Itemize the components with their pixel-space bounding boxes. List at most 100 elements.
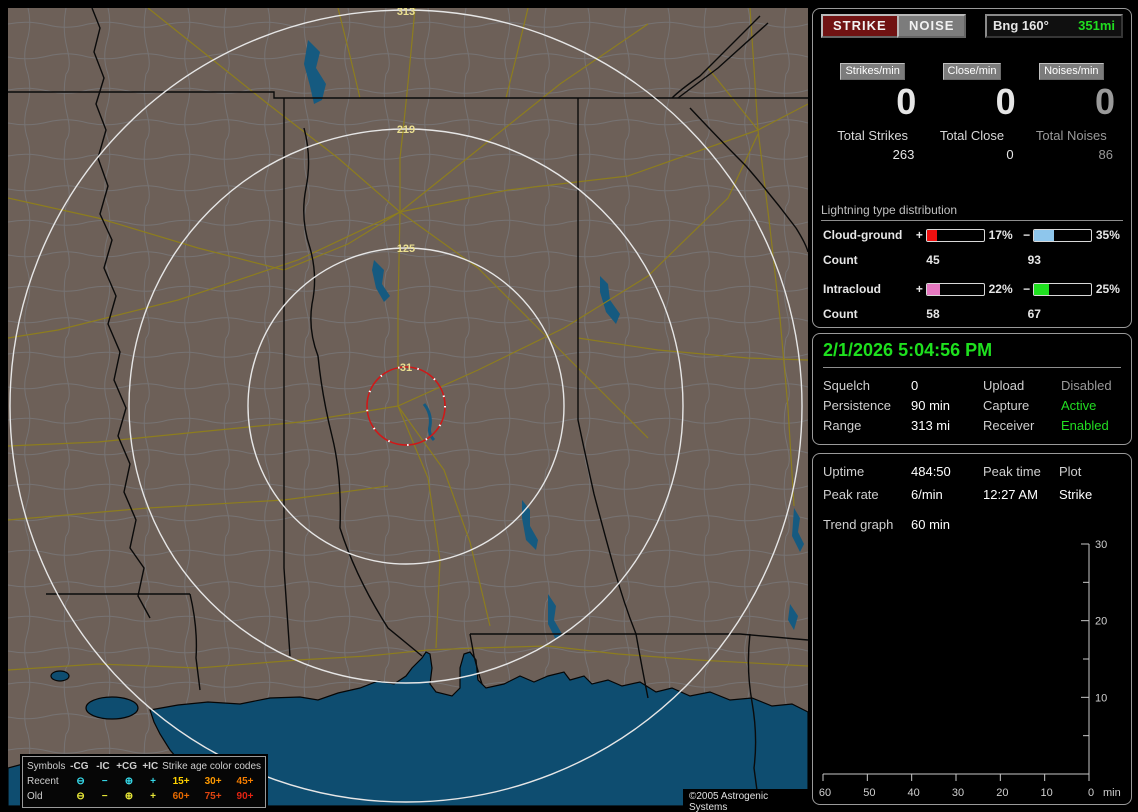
trend-graph-chart: 60 50 40 30 20 10 0 min 10 20 30 — [819, 539, 1121, 799]
total-close-label: Total Close — [939, 128, 1005, 143]
legend-pic-header: +IC — [142, 761, 159, 772]
age-code-30: 30+ — [204, 776, 222, 787]
rate-counters: Strikes/min 0 Total Strikes 263 Close/mi… — [823, 63, 1121, 162]
peak-time-label: Peak time — [983, 464, 1041, 479]
total-strikes-label: Total Strikes — [837, 128, 909, 143]
ic-minus-pct: 25% — [1095, 282, 1120, 296]
ic-plus-bar — [926, 282, 985, 296]
total-strikes-value: 263 — [892, 147, 915, 162]
total-noises-label: Total Noises — [1035, 128, 1107, 143]
noises-per-min-value: 0 — [1094, 81, 1115, 122]
receiver-label: Receiver — [983, 418, 1035, 433]
bearing-readout: Bng 160° 351mi — [985, 14, 1123, 38]
recent-pos-ic-icon: + — [150, 776, 156, 787]
legend-pcg-header: +CG — [116, 761, 138, 772]
close-per-min-value: 0 — [995, 81, 1016, 122]
map-canvas: 31 125 219 313 — [8, 8, 808, 806]
svg-text:40: 40 — [908, 787, 920, 799]
cg-minus-bar — [1033, 228, 1092, 242]
noise-mode-button[interactable]: NOISE — [897, 14, 967, 38]
ring-label-219: 219 — [397, 124, 415, 136]
map-legend: Symbols -CG -IC +CG +IC Strike age color… — [22, 756, 266, 808]
old-neg-cg-icon: ⊖ — [76, 791, 85, 802]
plus-sign: + — [915, 282, 923, 296]
age-code-75: 75+ — [204, 791, 222, 802]
intracloud-count-row: Count 58 67 — [823, 307, 1127, 321]
ic-plus-pct: 22% — [988, 282, 1013, 296]
age-code-15: 15+ — [172, 776, 190, 787]
recent-pos-cg-icon: ⊕ — [124, 776, 134, 787]
plus-sign: + — [915, 228, 923, 242]
svg-text:50: 50 — [863, 787, 875, 799]
plot-value: Strike — [1059, 487, 1093, 502]
copyright-label: ©2005 Astrogenic Systems — [683, 789, 808, 812]
trend-window-value: 60 min — [911, 517, 951, 532]
range-label: Range — [823, 418, 862, 433]
capture-label: Capture — [983, 398, 1030, 413]
cg-plus-count: 45 — [926, 253, 940, 267]
svg-text:min: min — [1103, 787, 1121, 799]
svg-text:10: 10 — [1041, 787, 1053, 799]
age-code-90: 90+ — [236, 791, 254, 802]
status-panel: 2/1/2026 5:04:56 PM Squelch 0 Upload Dis… — [812, 333, 1132, 445]
uptime-value: 484:50 — [911, 464, 951, 479]
peak-rate-value: 6/min — [911, 487, 943, 502]
cg-minus-pct: 35% — [1095, 228, 1120, 242]
old-neg-ic-icon: − — [101, 791, 108, 802]
upload-label: Upload — [983, 378, 1025, 393]
legend-symbols-header: Symbols — [27, 761, 66, 772]
ring-label-31: 31 — [400, 362, 412, 374]
minus-sign: − — [1023, 282, 1031, 296]
recent-neg-ic-icon: − — [101, 776, 108, 787]
strikes-column: Strikes/min 0 Total Strikes 263 — [823, 63, 922, 162]
ic-minus-bar — [1033, 282, 1092, 296]
cg-plus-pct: 17% — [988, 228, 1013, 242]
intracloud-row: Intracloud + 22% − 25% — [823, 282, 1127, 296]
peak-rate-label: Peak rate — [823, 487, 879, 502]
uptime-label: Uptime — [823, 464, 865, 479]
minus-sign: − — [1023, 228, 1031, 242]
count-label: Count — [823, 253, 858, 267]
trend-panel: Uptime 484:50 Peak time Plot Peak rate 6… — [812, 453, 1132, 805]
legend-recent-row: Recent ⊖ − ⊕ + 15+ 30+ 45+ — [27, 774, 261, 789]
noises-per-min-button[interactable]: Noises/min — [1039, 63, 1104, 80]
nexstorm-window: 31 125 219 313 Symbols -CG -IC +CG +IC S… — [0, 0, 1138, 812]
squelch-value: 0 — [911, 378, 919, 393]
age-code-60: 60+ — [172, 791, 190, 802]
svg-text:30: 30 — [1095, 539, 1107, 551]
upload-status: Disabled — [1061, 378, 1112, 393]
persistence-label: Persistence — [823, 398, 891, 413]
svg-text:20: 20 — [1095, 616, 1107, 628]
svg-text:60: 60 — [819, 787, 831, 799]
cloud-ground-count-row: Count 45 93 — [823, 253, 1127, 267]
ic-plus-count: 58 — [926, 307, 940, 321]
persistence-value: 90 min — [911, 398, 951, 413]
old-pos-ic-icon: + — [150, 791, 156, 802]
squelch-label: Squelch — [823, 378, 870, 393]
svg-text:10: 10 — [1095, 692, 1107, 704]
range-value: 313 mi — [911, 418, 951, 433]
total-close-value: 0 — [1006, 147, 1014, 162]
old-pos-cg-icon: ⊕ — [124, 791, 134, 802]
peak-time-value: 12:27 AM — [983, 487, 1038, 502]
age-code-45: 45+ — [236, 776, 254, 787]
legend-old-label: Old — [27, 791, 43, 802]
bearing-range: 351mi — [1078, 18, 1115, 33]
ic-minus-count: 67 — [1027, 307, 1041, 321]
radar-map[interactable]: 31 125 219 313 Symbols -CG -IC +CG +IC S… — [8, 8, 808, 812]
svg-text:30: 30 — [952, 787, 964, 799]
trend-graph-label: Trend graph — [823, 517, 894, 532]
counters-panel: STRIKE NOISE Bng 160° 351mi Strikes/min 0… — [812, 8, 1132, 328]
total-noises-value: 86 — [1098, 147, 1113, 162]
legend-recent-label: Recent — [27, 776, 59, 787]
close-per-min-button[interactable]: Close/min — [942, 63, 1002, 80]
strikes-per-min-button[interactable]: Strikes/min — [840, 63, 905, 80]
ring-label-125: 125 — [397, 243, 415, 255]
close-column: Close/min 0 Total Close 0 — [922, 63, 1021, 162]
receiver-status: Enabled — [1061, 418, 1109, 433]
strike-mode-button[interactable]: STRIKE — [821, 14, 899, 38]
svg-text:0: 0 — [1088, 787, 1094, 799]
datetime-display: 2/1/2026 5:04:56 PM — [823, 340, 1121, 368]
ring-label-313: 313 — [397, 8, 415, 18]
intracloud-label: Intracloud — [823, 282, 882, 296]
